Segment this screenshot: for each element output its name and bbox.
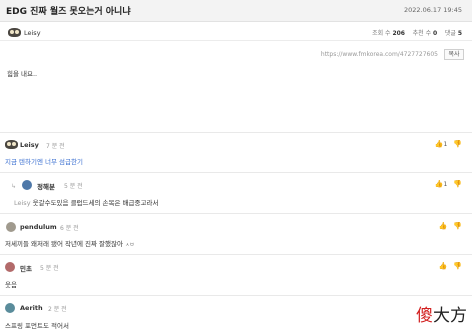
circle-avatar-icon[interactable] [6,222,16,232]
reply-arrow-icon: ↳ [11,183,17,190]
flower-avatar-icon[interactable] [5,303,15,313]
post-meta: Leisy 조회 수 206 추천 수 0 댓글 5 [0,23,472,41]
comments-count: 5 [457,30,462,37]
post-stats: 조회 수 206 추천 수 0 댓글 5 [372,28,462,37]
comment-author[interactable]: Leisy [20,141,39,149]
comments-divider [0,132,472,133]
comment-text: 스프링 포먼트도 적어서 [5,322,69,330]
comment-text: 웃음 [5,281,17,289]
comments-label: 댓글 [444,30,456,37]
upvote-button[interactable]: 👍1 [435,180,448,188]
thumbs-down-icon[interactable]: 👎 [453,222,462,230]
owl-avatar-icon[interactable] [5,140,18,149]
comment-time: 6 분 전 [60,225,79,232]
character-avatar-icon[interactable] [22,180,32,190]
owl-avatar-icon[interactable] [8,28,21,37]
comment-badge: ㅅㅂ [125,242,135,248]
views-label: 조회 수 [372,30,391,37]
comment-divider [0,254,472,255]
post-url[interactable]: https://www.fmkorea.com/4727727605 [321,51,438,58]
likes-count: 0 [433,30,438,37]
thumbs-up-icon[interactable]: 👍 [439,262,448,270]
comment-author[interactable]: Aerith [20,304,43,312]
watermark-char-red: 傻 [416,306,433,326]
comment-vote: 👍 👎 [439,262,462,270]
post-body: 힘을 내요.. [7,70,38,78]
comment-text: 지금 텐하기엔 너무 섬급한기 [5,158,83,166]
post-header: EDG 진짜 월즈 못오는거 아니냐 2022.06.17 19:45 [0,0,472,22]
post-title: EDG 진짜 월즈 못오는거 아니냐 [6,7,131,17]
quoted-user[interactable]: Leisy [14,199,31,207]
views-count: 206 [392,30,405,37]
thumbs-up-icon[interactable]: 👍 [439,222,448,230]
comment-vote: 👍1 👎 [435,180,462,188]
likes-label: 추천 수 [412,30,432,37]
comment-author[interactable]: pendulum [20,223,57,231]
comment-text-body: 웃갈수도있음 클럽드세의 손목은 배급중고라서 [32,199,159,207]
comment-vote: 👍 👎 [439,222,462,230]
thumbs-down-icon[interactable]: 👎 [453,180,462,188]
watermark-char-black: 大方 [433,306,467,326]
thumbs-down-icon[interactable]: 👎 [453,140,462,148]
thumbs-down-icon[interactable]: 👎 [453,262,462,270]
upvote-count: 1 [443,141,448,148]
watermark-logo: 傻大方 [416,301,467,326]
comment-vote: 👍1 👎 [435,140,462,148]
comment-text: Leisy 웃갈수도있음 클럽드세의 손목은 배급중고라서 [14,197,158,207]
upvote-button[interactable]: 👍1 [435,140,448,148]
comment-divider [0,213,472,214]
upvote-count: 1 [443,181,448,188]
comment-divider [0,172,472,173]
comment-author[interactable]: 민초 [20,263,32,273]
comment-time: 7 분 전 [46,143,65,150]
post-date: 2022.06.17 19:45 [403,6,462,14]
comment-divider [0,295,472,296]
post-author[interactable]: Leisy [24,29,41,37]
comment-time: 2 분 전 [48,306,67,313]
face-avatar-icon[interactable] [5,262,15,272]
comment-time: 5 분 전 [40,265,59,272]
comment-text: 저세끼들 왜저래 됐어 작년에 진짜 잘했잖아 ㅅㅂ [5,238,134,248]
comment-time: 5 분 전 [64,183,83,190]
comment-text-body: 저세끼들 왜저래 됐어 작년에 진짜 잘했잖아 [5,240,123,248]
comment-author[interactable]: 정해분 [37,181,55,191]
copy-url-button[interactable]: 복사 [444,49,464,60]
